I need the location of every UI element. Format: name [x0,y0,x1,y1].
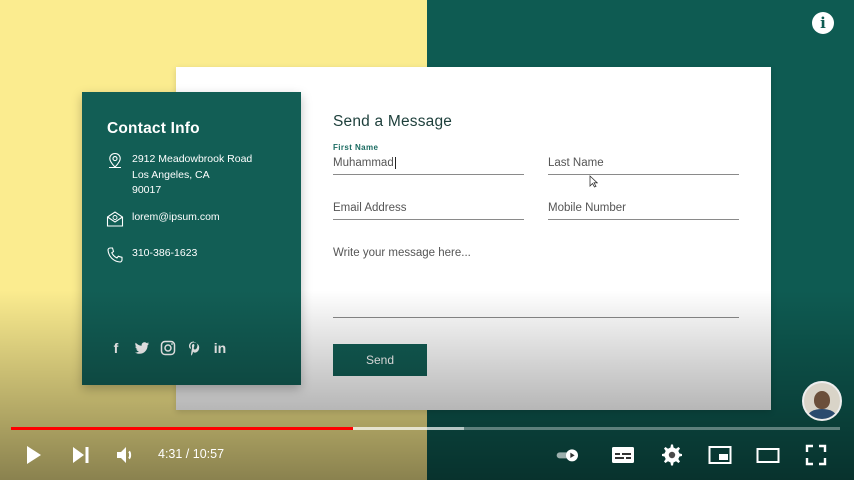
phone-icon [107,247,123,263]
theater-mode-button[interactable] [756,443,780,467]
gear-icon [662,444,682,466]
pinterest-icon[interactable] [186,340,202,356]
facebook-icon[interactable]: f [108,340,124,356]
contact-title: Contact Info [107,120,200,137]
settings-button[interactable] [660,443,684,467]
contact-info-card: Contact Info 2912 Meadowbrook Road Los A… [82,92,301,385]
twitter-icon[interactable] [134,340,150,356]
subtitles-icon [612,447,634,463]
volume-icon [117,447,132,463]
address-text: 2912 Meadowbrook Road Los Angeles, CA 90… [132,153,253,196]
mobile-placeholder: Mobile Number [548,202,626,214]
progress-bar[interactable] [11,427,840,430]
email-placeholder: Email Address [333,202,407,214]
instagram-icon[interactable] [160,340,176,356]
skip-next-icon [73,447,89,463]
message-placeholder: Write your message here... [333,247,471,259]
mouse-cursor-icon [589,175,598,188]
phone-row: 310-386-1623 [106,246,197,264]
theater-mode-icon [756,448,780,463]
first-name-value: Muhammad [333,157,396,170]
next-button[interactable] [69,443,93,467]
map-pin-icon [109,152,121,168]
address-row: 2912 Meadowbrook Road Los Angeles, CA 90… [106,152,252,199]
last-name-placeholder: Last Name [548,157,604,169]
autoplay-toggle[interactable] [556,443,592,467]
play-button[interactable] [21,443,45,467]
progress-played [11,427,353,430]
first-name-label: First Name [333,143,379,152]
email-row: lorem@ipsum.com [106,210,220,228]
fullscreen-button[interactable] [804,443,828,467]
play-icon [27,446,41,464]
email-text: lorem@ipsum.com [132,211,220,223]
info-icon[interactable]: i [812,12,834,34]
phone-text: 310-386-1623 [132,247,198,259]
social-links: f in [108,340,228,356]
fullscreen-icon [805,444,827,466]
miniplayer-icon [708,446,732,464]
autoplay-toggle-icon [556,449,578,462]
text-caret [394,157,396,169]
linkedin-icon[interactable]: in [212,340,228,356]
time-display: 4:31 / 10:57 [158,447,225,461]
volume-button[interactable] [114,443,138,467]
send-button[interactable]: Send [333,344,427,376]
subtitles-button[interactable] [611,443,635,467]
channel-watermark-avatar[interactable] [802,381,842,421]
miniplayer-button[interactable] [708,443,732,467]
form-title: Send a Message [333,113,453,130]
mail-icon [106,211,124,227]
